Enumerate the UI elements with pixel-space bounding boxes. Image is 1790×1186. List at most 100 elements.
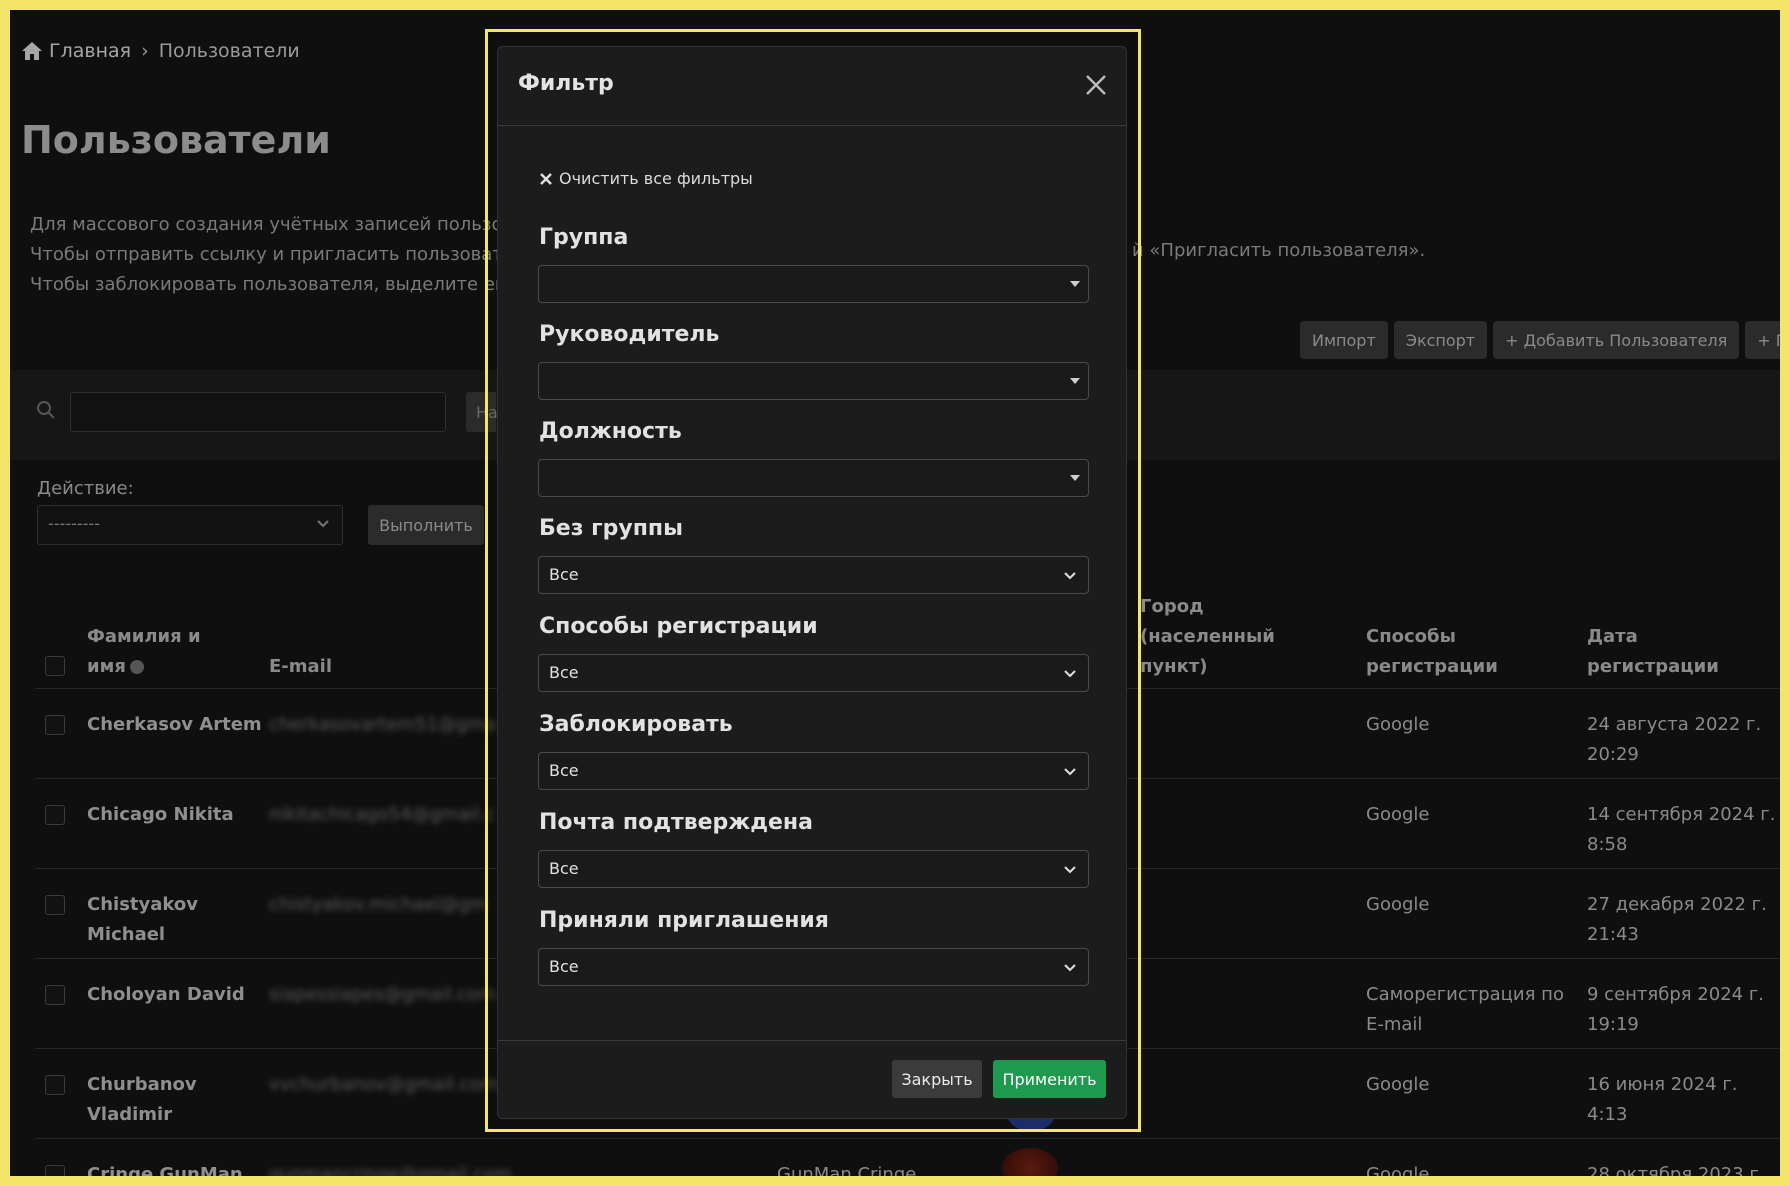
user-name[interactable]: Cherkasov Artem (87, 710, 262, 740)
filter-modal: Фильтр Очистить все фильтры Группа Руков… (497, 46, 1127, 1119)
column-header-date-line-2: регистрации (1587, 656, 1719, 677)
search-input[interactable] (70, 392, 446, 432)
chevron-down-icon (317, 520, 329, 528)
user-name[interactable]: Chistyakov Michael (87, 890, 198, 950)
user-registration: Google (1366, 1074, 1430, 1095)
row-checkbox[interactable] (45, 895, 65, 915)
user-name[interactable]: Churbanov Vladimir (87, 1070, 197, 1130)
column-header-date[interactable]: Дата регистрации (1587, 622, 1719, 682)
user-email: nikitachicago54@gmail.c (269, 804, 496, 825)
column-header-name[interactable]: Фамилия и имя (87, 622, 201, 682)
column-header-name-line-2: имя (87, 656, 126, 677)
filter-select-value: Все (549, 859, 579, 878)
close-button[interactable]: Закрыть (892, 1060, 982, 1098)
filter-select-value: Все (549, 957, 579, 976)
action-select-value: --------- (48, 514, 100, 533)
filter-label-position: Должность (539, 419, 682, 444)
column-header-registration-line-2: регистрации (1366, 656, 1498, 677)
row-checkbox[interactable] (45, 805, 65, 825)
chevron-down-icon (1064, 768, 1076, 776)
invite-user-button[interactable]: + П (1745, 321, 1780, 359)
filter-label-blocked: Заблокировать (539, 712, 733, 737)
user-date: 28 октября 2023 г. (1587, 1164, 1765, 1176)
apply-button[interactable]: Применить (993, 1060, 1106, 1098)
filter-select-blocked[interactable]: Все (538, 752, 1089, 790)
help-icon[interactable] (129, 660, 144, 674)
description-line-3: Чтобы заблокировать пользователя, выдели… (30, 274, 516, 295)
description-line-2-right: й «Пригласить пользователя». (1132, 240, 1426, 261)
filter-select-manager[interactable] (538, 362, 1089, 400)
user-name[interactable]: Choloyan David (87, 980, 245, 1010)
row-checkbox[interactable] (45, 715, 65, 735)
breadcrumb-current: Пользователи (158, 40, 300, 62)
chevron-down-icon (1064, 964, 1076, 972)
user-email: vvchurbanov@gmail.com (269, 1074, 499, 1095)
description-line-1: Для массового создания учётных записей п… (30, 214, 503, 235)
user-email: gunmancringe@gmail.com (269, 1164, 512, 1176)
modal-title: Фильтр (518, 71, 614, 96)
page-description: Для массового создания учётных записей п… (30, 210, 515, 300)
row-checkbox[interactable] (45, 1165, 65, 1176)
home-icon (22, 42, 42, 60)
filter-label-email-confirmed: Почта подтверждена (539, 810, 813, 835)
caret-down-icon (1070, 475, 1080, 481)
breadcrumb: Главная › Пользователи (21, 40, 300, 62)
column-header-registration[interactable]: Способы регистрации (1366, 622, 1498, 682)
close-icon[interactable] (1082, 71, 1110, 99)
user-name[interactable]: Cringe GunMan (87, 1160, 243, 1176)
column-header-city[interactable]: Город (населенный пункт) (1140, 592, 1275, 682)
page-title: Пользователи (21, 118, 331, 162)
row-checkbox[interactable] (45, 985, 65, 1005)
column-header-name-line-1: Фамилия и (87, 626, 201, 647)
filter-select-group[interactable] (538, 265, 1089, 303)
chevron-down-icon (1064, 670, 1076, 678)
user-display-name: GunMan Cringe (777, 1164, 917, 1176)
user-date: 14 сентября 2024 г. 8:58 (1587, 804, 1776, 855)
column-header-city-line-3: пункт) (1140, 656, 1208, 677)
user-name[interactable]: Chicago Nikita (87, 800, 234, 830)
filter-select-no-group[interactable]: Все (538, 556, 1089, 594)
filter-label-accepted-invites: Приняли приглашения (539, 908, 829, 933)
row-checkbox[interactable] (45, 1075, 65, 1095)
user-email: siapessiapes@gmail.com (269, 984, 496, 1005)
filter-select-value: Все (549, 761, 579, 780)
user-email: cherkasovartem51@gma (269, 714, 496, 735)
import-button[interactable]: Импорт (1300, 321, 1388, 359)
user-registration: Google (1366, 894, 1430, 915)
filter-select-accepted-invites[interactable]: Все (538, 948, 1089, 986)
filter-label-no-group: Без группы (539, 516, 684, 541)
action-label: Действие: (37, 478, 134, 499)
description-line-2: Чтобы отправить ссылку и пригласить поль… (30, 244, 514, 265)
filter-select-registration-methods[interactable]: Все (538, 654, 1089, 692)
select-all-checkbox[interactable] (45, 656, 65, 676)
filter-label-group: Группа (539, 225, 629, 250)
user-date: 16 июня 2024 г. 4:13 (1587, 1074, 1738, 1125)
user-date: 27 декабря 2022 г. 21:43 (1587, 894, 1767, 945)
breadcrumb-separator: › (141, 40, 149, 62)
add-user-button[interactable]: + Добавить Пользователя (1493, 321, 1740, 359)
clear-all-filters-link[interactable]: Очистить все фильтры (539, 169, 753, 188)
breadcrumb-home[interactable]: Главная (21, 40, 131, 62)
filter-label-registration-methods: Способы регистрации (539, 614, 818, 639)
top-actions: Импорт Экспорт + Добавить Пользователя +… (1300, 321, 1780, 359)
chevron-down-icon (1064, 866, 1076, 874)
column-header-date-line-1: Дата (1587, 626, 1638, 647)
action-select[interactable]: --------- (37, 505, 343, 545)
filter-select-value: Все (549, 663, 579, 682)
breadcrumb-home-label: Главная (49, 40, 132, 62)
search-icon (37, 401, 55, 419)
filter-select-position[interactable] (538, 459, 1089, 497)
user-email: chistyakov.michael@gm (269, 894, 488, 915)
user-registration: Google (1366, 804, 1430, 825)
column-header-city-line-2: (населенный (1140, 626, 1275, 647)
chevron-down-icon (1064, 572, 1076, 580)
run-action-button[interactable]: Выполнить (368, 505, 484, 545)
column-header-registration-line-1: Способы (1366, 626, 1456, 647)
user-registration: Саморегистрация по E-mail (1366, 984, 1564, 1035)
user-registration: Google (1366, 1164, 1430, 1176)
column-header-email[interactable]: E-mail (269, 652, 332, 682)
export-button[interactable]: Экспорт (1393, 321, 1488, 359)
avatar (1002, 1148, 1058, 1176)
filter-select-email-confirmed[interactable]: Все (538, 850, 1089, 888)
filter-select-value: Все (549, 565, 579, 584)
